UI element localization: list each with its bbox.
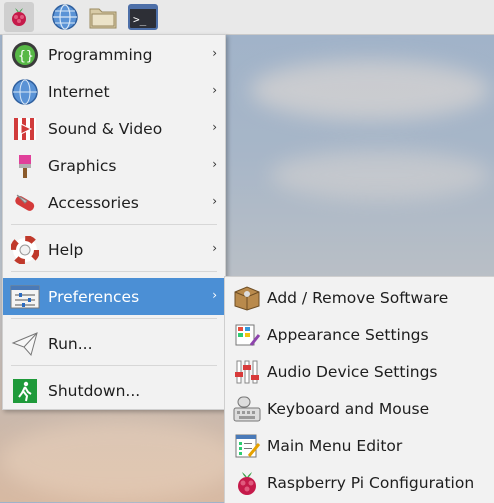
programming-icon: {}: [9, 39, 41, 71]
menu-item-programming[interactable]: {} Programming ›: [3, 36, 225, 73]
submenu-arrow-icon: ›: [212, 120, 217, 134]
menu-editor-icon: [231, 430, 263, 462]
keyboard-mouse-icon: [231, 393, 263, 425]
terminal-button[interactable]: >_: [128, 2, 158, 32]
menu-item-label: Shutdown...: [48, 381, 141, 400]
file-manager-button[interactable]: [88, 2, 118, 32]
accessories-knife-icon: [9, 187, 41, 219]
menu-separator: [11, 318, 217, 319]
menu-item-internet[interactable]: Internet ›: [3, 73, 225, 110]
svg-text:{}: {}: [18, 49, 34, 64]
main-menu: {} Programming › Internet › Sound & Vide…: [2, 34, 226, 410]
menu-item-help[interactable]: Help ›: [3, 231, 225, 268]
menu-item-shutdown[interactable]: Shutdown...: [3, 372, 225, 409]
internet-globe-icon: [9, 76, 41, 108]
menu-separator: [11, 271, 217, 272]
raspberry-menu-icon: [12, 8, 26, 26]
menu-item-run[interactable]: Run...: [3, 325, 225, 362]
menu-item-label: Run...: [48, 334, 93, 353]
menu-item-label: Programming: [48, 45, 153, 64]
submenu-item-label: Add / Remove Software: [267, 288, 449, 307]
file-manager-icon: [89, 8, 117, 29]
submenu-item-add-remove-software[interactable]: Add / Remove Software: [225, 279, 494, 316]
submenu-arrow-icon: ›: [212, 194, 217, 208]
preferences-submenu: Add / Remove Software Appearance Setting…: [224, 276, 494, 503]
run-paper-plane-icon: [9, 328, 41, 360]
raspberry-menu-button[interactable]: [4, 2, 34, 32]
menu-separator: [11, 224, 217, 225]
submenu-item-keyboard-and-mouse[interactable]: Keyboard and Mouse: [225, 390, 494, 427]
menu-item-label: Preferences: [48, 287, 140, 306]
raspberry-config-icon: [231, 467, 263, 499]
web-browser-icon: [52, 4, 78, 30]
graphics-brush-icon: [9, 150, 41, 182]
submenu-item-label: Raspberry Pi Configuration: [267, 473, 475, 492]
sound-video-icon: [9, 113, 41, 145]
menu-item-label: Help: [48, 240, 84, 259]
audio-sliders-icon: [231, 356, 263, 388]
menu-item-label: Graphics: [48, 156, 117, 175]
submenu-item-label: Audio Device Settings: [267, 362, 438, 381]
menu-item-graphics[interactable]: Graphics ›: [3, 147, 225, 184]
svg-text:>_: >_: [133, 13, 147, 26]
menu-item-preferences[interactable]: Preferences ›: [3, 278, 225, 315]
submenu-item-appearance-settings[interactable]: Appearance Settings: [225, 316, 494, 353]
submenu-arrow-icon: ›: [212, 83, 217, 97]
submenu-arrow-icon: ›: [212, 241, 217, 255]
submenu-arrow-icon: ›: [212, 288, 217, 302]
submenu-item-label: Main Menu Editor: [267, 436, 403, 455]
menu-item-accessories[interactable]: Accessories ›: [3, 184, 225, 221]
package-icon: [231, 282, 263, 314]
menu-item-label: Sound & Video: [48, 119, 163, 138]
submenu-item-raspberry-pi-configuration[interactable]: Raspberry Pi Configuration: [225, 464, 494, 501]
submenu-arrow-icon: ›: [212, 157, 217, 171]
menu-item-label: Accessories: [48, 193, 139, 212]
menu-separator: [11, 365, 217, 366]
submenu-item-label: Appearance Settings: [267, 325, 429, 344]
taskbar: >_: [0, 0, 494, 35]
submenu-arrow-icon: ›: [212, 46, 217, 60]
appearance-icon: [231, 319, 263, 351]
submenu-item-main-menu-editor[interactable]: Main Menu Editor: [225, 427, 494, 464]
submenu-item-label: Keyboard and Mouse: [267, 399, 430, 418]
submenu-item-audio-device-settings[interactable]: Audio Device Settings: [225, 353, 494, 390]
preferences-icon: [9, 281, 41, 313]
shutdown-exit-icon: [9, 375, 41, 407]
menu-item-sound-video[interactable]: Sound & Video ›: [3, 110, 225, 147]
help-lifebuoy-icon: [9, 234, 41, 266]
web-browser-button[interactable]: [50, 2, 80, 32]
menu-item-label: Internet: [48, 82, 110, 101]
terminal-icon: >_: [128, 4, 158, 30]
